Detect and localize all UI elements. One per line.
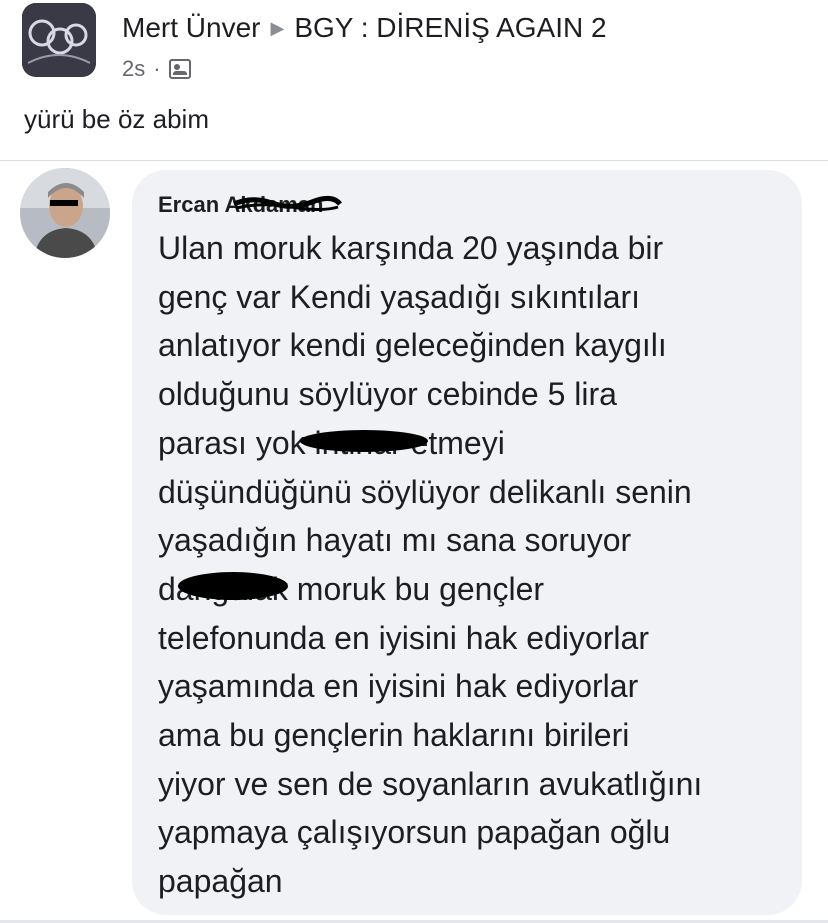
author-name-link[interactable]: Mert Ünver xyxy=(122,12,260,44)
post-meta: 2s · xyxy=(122,56,191,82)
post-timestamp[interactable]: 2s xyxy=(122,56,145,82)
group-logo-icon[interactable] xyxy=(22,3,96,77)
comment-line: Ulan moruk karşında 20 yaşında bir xyxy=(158,230,664,266)
post-text: yürü be öz abim xyxy=(24,104,209,134)
group-name-link[interactable]: BGY : DİRENİŞ AGAIN 2 xyxy=(294,12,606,44)
commenter-name[interactable]: Ercan Akdaman xyxy=(158,192,323,218)
comment-line: genç var Kendi yaşadığı sıkıntıları xyxy=(158,278,641,315)
post-title-line: Mert Ünver ▶ BGY : DİRENİŞ AGAIN 2 xyxy=(122,12,607,44)
comment-line: yaşamında en iyisini hak ediyorlar xyxy=(158,668,639,705)
meta-separator: · xyxy=(153,56,161,81)
shared-to-arrow-icon: ▶ xyxy=(270,17,285,38)
redaction-mark-2 xyxy=(178,572,288,600)
comment-line: yaşadığın hayatı mı sana soruyor xyxy=(158,522,632,559)
comment-line: anlatıyor kendi geleceğinden kaygılı xyxy=(158,327,667,364)
group-audience-icon xyxy=(168,59,191,79)
post-header: Mert Ünver ▶ BGY : DİRENİŞ AGAIN 2 2s · xyxy=(0,0,828,90)
redaction-mark-1 xyxy=(300,430,428,452)
comment-line: yapmaya çalışıyorsun papağan oğlu xyxy=(158,814,671,851)
comment-line: düşündüğünü söylüyor delikanlı senin xyxy=(158,473,692,510)
profile-photo-icon xyxy=(20,168,110,258)
comment-line: papağan xyxy=(158,863,283,900)
comment-line: olduğunu söylüyor cebinde 5 lira xyxy=(158,376,617,413)
comment-line: ama bu gençlerin haklarını birileri xyxy=(158,717,630,753)
comment-line: telefonunda en iyisini hak ediyorlar xyxy=(158,619,649,656)
comment-line: yiyor ve sen de soyanların avukatlığını xyxy=(158,765,703,802)
